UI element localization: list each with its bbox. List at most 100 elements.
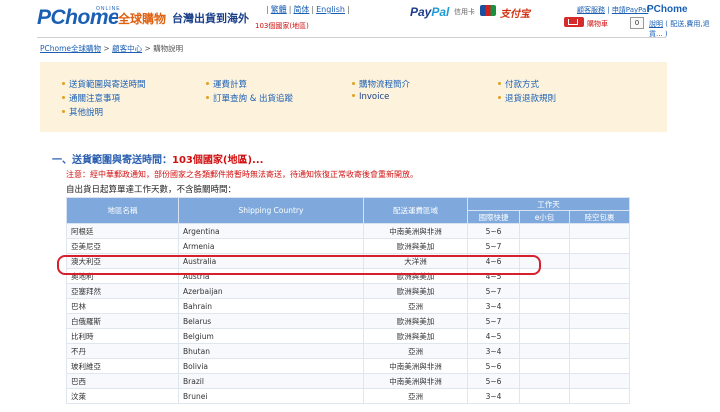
- esmall-days-cell: [519, 283, 570, 299]
- alipay-logo: 支付宝: [500, 9, 530, 20]
- country-cell: Azerbaijan: [178, 283, 364, 299]
- region-name-cell: 不丹: [66, 343, 179, 359]
- parcel-days-cell: [568, 328, 631, 344]
- cart-count: 0: [630, 17, 644, 29]
- menu-order-tracking[interactable]: 訂單查詢 & 出貨追蹤: [206, 92, 293, 104]
- country-cell: Brunei: [178, 388, 364, 404]
- esmall-days-cell: [519, 373, 570, 389]
- country-cell: Bhutan: [178, 343, 364, 359]
- cart-icon[interactable]: [564, 17, 584, 27]
- region-name-cell: 白俄羅斯: [66, 313, 179, 329]
- express-days-cell: 5~6: [467, 223, 520, 239]
- lang-english[interactable]: English: [316, 5, 345, 14]
- esmall-days-cell: [519, 358, 570, 374]
- paypal-logo: PayPal: [410, 5, 450, 19]
- table-row: 阿根廷 Argentina 中南美洲與非洲 5~6: [66, 223, 631, 239]
- parcel-days-cell: [568, 343, 631, 359]
- country-cell: Bahrain: [178, 298, 364, 314]
- table-row: 汶萊 Brunei 亞洲 3~4: [66, 388, 631, 404]
- menu-payment[interactable]: 付款方式: [498, 78, 539, 90]
- breadcrumb-home[interactable]: PChome全球購物: [40, 44, 101, 53]
- zone-cell: 中南美洲與非洲: [363, 223, 468, 239]
- menu-shopping-flow[interactable]: 購物流程簡介: [352, 78, 410, 90]
- table-row: 亞塞拜然 Azerbaijan 歐洲與美加 5~7: [66, 283, 631, 299]
- credit-card-label: 信用卡: [454, 8, 475, 16]
- global-shopping-badge[interactable]: 全球購物: [118, 10, 167, 27]
- esmall-days-cell: [519, 238, 570, 254]
- parcel-days-cell: [568, 388, 631, 404]
- table-row: 巴西 Brazil 中南美洲與非洲 5~6: [66, 373, 631, 389]
- logo-online-text: ONLINE: [96, 6, 121, 12]
- lang-traditional[interactable]: 繁體: [271, 5, 287, 14]
- explain-links: 說明 ( 配送,費用,退貨... ): [649, 19, 720, 39]
- jcb-card-icon: [480, 5, 496, 16]
- country-cell: Bolivia: [178, 358, 364, 374]
- menu-customs[interactable]: 通關注意事項: [62, 92, 120, 104]
- zone-cell: 歐洲與美加: [363, 328, 468, 344]
- express-days-cell: 5~7: [467, 238, 520, 254]
- shipping-table: 地區名稱 Shipping Country 配送運費區域 工作天 國際快捷 e小…: [66, 197, 631, 404]
- menu-invoice[interactable]: Invoice: [352, 92, 389, 102]
- table-row: 亞美尼亞 Armenia 歐洲與美加 5~7: [66, 238, 631, 254]
- site-header: PChome ONLINE 全球購物 台灣出貨到海外 103個國家(地區) | 繁…: [0, 0, 720, 39]
- menu-shipping-range[interactable]: 送貨範圍與寄送時間: [62, 78, 146, 90]
- parcel-days-cell: [568, 313, 631, 329]
- table-row: 巴林 Bahrain 亞洲 3~4: [66, 298, 631, 314]
- esmall-days-cell: [519, 298, 570, 314]
- postal-notice: 注意：經中華郵政通知，部份國家之各類郵件將暫時無法寄送，待通知恢復正常收寄後會重…: [66, 170, 418, 179]
- col-header-express: 國際快捷: [467, 210, 520, 224]
- pchome-home-link[interactable]: PChome: [647, 4, 688, 15]
- region-name-cell: 比利時: [66, 328, 179, 344]
- help-menu: 送貨範圍與寄送時間 通關注意事項 其他說明 運費計算 訂單查詢 & 出貨追蹤 購…: [40, 62, 667, 132]
- paypal-apply-link[interactable]: 申請PayPal: [612, 6, 648, 14]
- country-cell: Brazil: [178, 373, 364, 389]
- parcel-days-cell: [568, 268, 631, 284]
- breadcrumb-service[interactable]: 顧客中心: [112, 44, 142, 53]
- zone-cell: 亞洲: [363, 343, 468, 359]
- language-switcher: | 繁體 | 简体 | English |: [266, 5, 350, 14]
- col-header-region: 地區名稱: [66, 197, 179, 224]
- header-divider: [37, 37, 666, 38]
- lang-simplified[interactable]: 简体: [293, 5, 309, 14]
- service-center-link[interactable]: 顧客服務: [577, 6, 605, 14]
- breadcrumb: PChome全球購物 > 顧客中心 > 購物說明: [40, 44, 184, 53]
- col-header-working-days: 工作天: [466, 197, 631, 211]
- zone-cell: 亞洲: [363, 388, 468, 404]
- zone-cell: 中南美洲與非洲: [363, 358, 468, 374]
- express-days-cell: 4~5: [467, 328, 520, 344]
- zone-cell: 中南美洲與非洲: [363, 373, 468, 389]
- working-days-note: 自出貨日起算單達工作天數，不含臉關時間：: [66, 185, 237, 195]
- countries-link[interactable]: 103個國家(地區): [255, 21, 309, 31]
- explain-link[interactable]: 說明: [649, 20, 663, 28]
- esmall-days-cell: [519, 313, 570, 329]
- zone-cell: 歐洲與美加: [363, 283, 468, 299]
- express-days-cell: 5~6: [467, 358, 520, 374]
- menu-shipping-fee[interactable]: 運費計算: [206, 78, 247, 90]
- parcel-days-cell: [568, 298, 631, 314]
- region-name-cell: 汶萊: [66, 388, 179, 404]
- table-row: 不丹 Bhutan 亞洲 3~4: [66, 343, 631, 359]
- menu-other[interactable]: 其他說明: [62, 106, 103, 118]
- parcel-days-cell: [568, 283, 631, 299]
- region-name-cell: 阿根廷: [66, 223, 179, 239]
- region-name-cell: 亞塞拜然: [66, 283, 179, 299]
- region-name-cell: 巴西: [66, 373, 179, 389]
- region-name-cell: 玻利維亞: [66, 358, 179, 374]
- express-days-cell: 3~4: [467, 388, 520, 404]
- header-right-links: 顧客服務 | 申請PayPal: [577, 6, 649, 14]
- col-header-zone: 配送運費區域: [363, 197, 468, 224]
- zone-cell: 歐洲與美加: [363, 313, 468, 329]
- region-name-cell: 亞美尼亞: [66, 238, 179, 254]
- col-header-esmall: e小包: [519, 210, 570, 224]
- parcel-days-cell: [568, 373, 631, 389]
- col-header-country: Shipping Country: [178, 197, 364, 224]
- cart-label[interactable]: 購物車: [587, 19, 608, 29]
- zone-cell: 歐洲與美加: [363, 238, 468, 254]
- australia-highlight-annotation: [57, 255, 541, 275]
- parcel-days-cell: [568, 238, 631, 254]
- country-cell: Belarus: [178, 313, 364, 329]
- table-row: 比利時 Belgium 歐洲與美加 4~5: [66, 328, 631, 344]
- menu-refund[interactable]: 退貨退款規則: [498, 92, 556, 104]
- esmall-days-cell: [519, 343, 570, 359]
- esmall-days-cell: [519, 388, 570, 404]
